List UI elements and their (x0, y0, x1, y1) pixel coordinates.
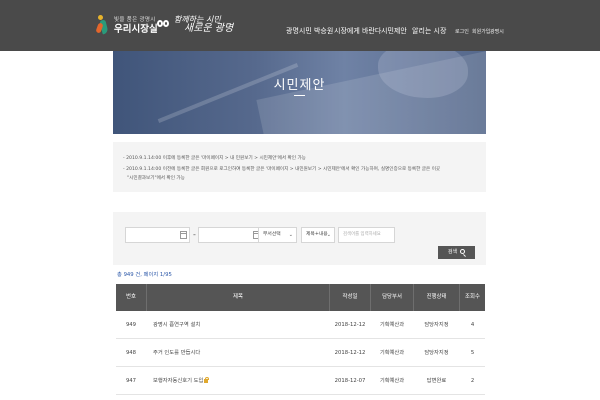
col-number: 번호 (126, 294, 136, 300)
site-header: 빛을 품은 광명시 우리시장실 함께하는 시민 새로운 광명 광명시민 박승원 … (0, 0, 600, 51)
row-views: 4 (470, 322, 475, 328)
dept-select[interactable]: 부서선택 ⌄ (258, 227, 297, 243)
col-title: 제목 (233, 294, 243, 300)
nav-item-proposal[interactable]: 시민제안 (381, 26, 407, 36)
row-dept: 기획예산과 (379, 378, 405, 384)
nav-item-mayor[interactable]: 광명시민 박승원 (286, 26, 333, 36)
table-row[interactable]: 949 광명시 흡연구역 설치 2018-12-12 기획예산과 담당자지정 4 (116, 311, 485, 339)
count-mid: 건, 페이지 (133, 272, 160, 278)
table-row[interactable]: 947 보행자자동신호기 도입 2018-12-07 기획예산과 답변완료 2 (116, 367, 485, 395)
row-views: 2 (470, 378, 475, 384)
page-banner: 시민제안 (113, 51, 486, 134)
nav-item-announce[interactable]: 알리는 시장 (412, 26, 446, 36)
field-select[interactable]: 제목+내용 ⌄ (301, 227, 335, 243)
lock-icon (204, 376, 209, 383)
nav-item-request[interactable]: 시장에게 바란다 (334, 26, 381, 36)
col-date: 작성일 (342, 294, 358, 300)
row-number: 947 (125, 378, 137, 384)
calendar-icon[interactable] (180, 231, 187, 239)
search-button[interactable]: 검색 (438, 246, 475, 259)
row-title-link[interactable]: 보행자자동신호기 도입 (153, 378, 203, 384)
login-link[interactable]: 로그인 (455, 28, 469, 35)
col-dept: 담당부서 (382, 294, 402, 300)
row-date: 2018-12-12 (334, 322, 366, 328)
row-dept: 기획예산과 (379, 350, 405, 356)
row-dept: 기획예산과 (379, 322, 405, 328)
col-views: 조회수 (465, 294, 480, 300)
title-underline (294, 95, 305, 96)
slogan-mark-icon (157, 19, 171, 29)
dept-select-value: 부서선택 (263, 232, 281, 237)
search-input[interactable]: 검색어를 입력하세요 (338, 227, 395, 243)
chevron-down-icon: ⌄ (326, 232, 331, 238)
row-status: 담당자지정 (424, 322, 449, 328)
slogan-logo: 함께하는 시민 새로운 광명 (157, 15, 234, 34)
site-logo[interactable]: 빛을 품은 광명시 우리시장실 (95, 14, 158, 36)
slogan-line2: 새로운 광명 (184, 23, 234, 34)
row-number: 949 (125, 322, 137, 328)
logo-subtitle: 빛을 품은 광명시 (114, 16, 156, 23)
count-page: 1/95 (159, 272, 172, 278)
city-link[interactable]: 광명시 (490, 28, 504, 35)
row-number: 948 (125, 350, 137, 356)
col-status: 진행상태 (426, 294, 447, 300)
notice-line: - 2010.9.1.14:00 이전에 등록한 글은 회원으로 로그인하여 등… (123, 167, 441, 172)
row-date: 2018-12-12 (334, 350, 366, 356)
notice-box: - 2010.9.1.14:00 이후에 등록한 글은 '마이페이지 > 내 민… (113, 142, 486, 192)
notice-line: "시민결과보기"에서 확인 가능 (127, 176, 185, 181)
result-count: 총 949 건, 페이지 1/95 (117, 270, 172, 278)
chevron-down-icon: ⌄ (288, 232, 293, 238)
logo-title: 우리시장실 (114, 23, 158, 35)
table-header: 번호 제목 작성일 담당부서 진행상태 조회수 (116, 284, 485, 311)
row-date: 2018-12-07 (334, 378, 366, 384)
table-row[interactable]: 948 주거 인도를 만듭시다 2018-12-12 기획예산과 담당자지정 5 (116, 339, 485, 367)
page-title: 시민제안 (273, 78, 326, 93)
row-title-link[interactable]: 주거 인도를 만듭시다 (153, 339, 329, 367)
search-panel: - 부서선택 ⌄ 제목+내용 ⌄ 검색어를 입력하세요 검색 (113, 212, 486, 265)
signup-link[interactable]: 회원가입 (472, 28, 490, 35)
page: 빛을 품은 광명시 우리시장실 함께하는 시민 새로운 광명 광명시민 박승원 … (0, 0, 600, 400)
notice-line: - 2010.9.1.14:00 이후에 등록한 글은 '마이페이지 > 내 민… (123, 156, 306, 161)
row-views: 5 (470, 350, 475, 356)
logo-mark-icon (95, 14, 110, 36)
date-range-dash: - (193, 230, 196, 239)
row-status: 답변완료 (426, 378, 447, 384)
search-input-placeholder: 검색어를 입력하세요 (343, 232, 381, 237)
count-total: 949 (123, 272, 134, 278)
row-title-link[interactable]: 광명시 흡연구역 설치 (153, 311, 329, 339)
row-title-cell[interactable]: 보행자자동신호기 도입 (153, 367, 329, 395)
row-status: 담당자지정 (424, 350, 449, 356)
field-select-value: 제목+내용 (306, 232, 328, 237)
search-button-label: 검색 (447, 249, 458, 255)
search-icon (460, 249, 466, 254)
